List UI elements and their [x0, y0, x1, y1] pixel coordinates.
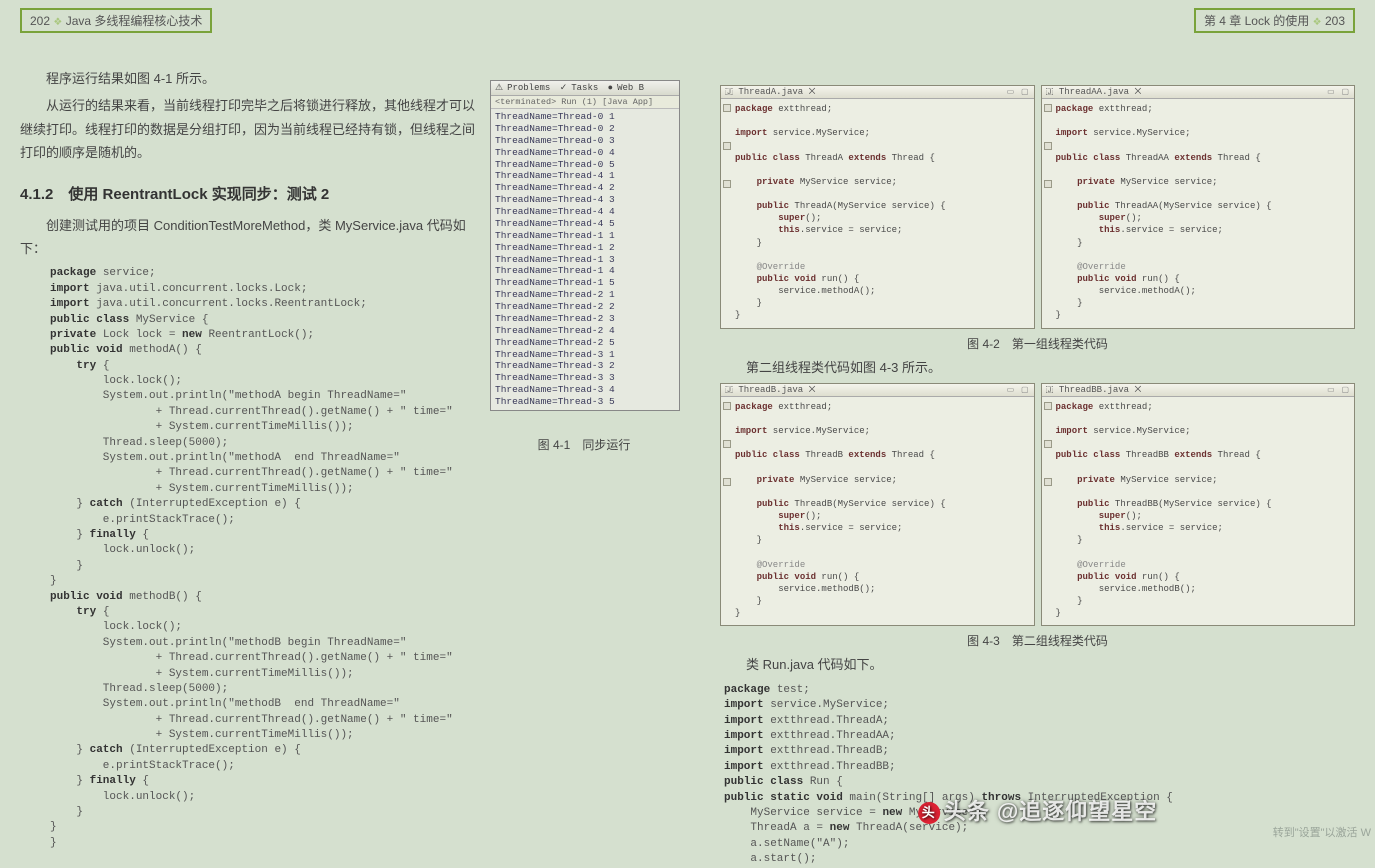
- paragraph: 创建测试用的项目 ConditionTestMoreMethod，类 MySer…: [20, 214, 480, 261]
- java-file-icon: 🇯: [1046, 385, 1054, 395]
- diamond-icon: ❖: [1313, 17, 1322, 28]
- code-threadBB: package extthread; import service.MyServ…: [1042, 397, 1355, 626]
- header-right: 第 4 章 Lock 的使用 ❖ 203: [1194, 8, 1355, 33]
- chapter-title: 第 4 章 Lock 的使用: [1204, 14, 1309, 28]
- book-title: Java 多线程编程核心技术: [66, 14, 203, 28]
- code-threadAA: package extthread; import service.MyServ…: [1042, 99, 1355, 328]
- java-file-icon: 🇯: [725, 87, 733, 97]
- tasks-tab-icon: ✓: [560, 83, 568, 93]
- code-threadB: package extthread; import service.MyServ…: [721, 397, 1034, 626]
- figure-4-3-caption: 图 4-3 第二组线程类代码: [720, 632, 1355, 649]
- header-left: 202 ❖ Java 多线程编程核心技术: [20, 8, 212, 33]
- figure-4-1-caption: 图 4-1 同步运行: [490, 436, 678, 453]
- web-tab-icon: ●: [608, 83, 613, 93]
- page-left: 202 ❖ Java 多线程编程核心技术 程序运行结果如图 4-1 所示。 从运…: [0, 0, 700, 844]
- java-file-icon: 🇯: [1046, 87, 1054, 97]
- ide-window-threadBB: 🇯 ThreadBB.java ✕▭ ▢ package extthread; …: [1041, 383, 1356, 627]
- watermark: 头头条 @追逐仰望星空: [918, 794, 1158, 826]
- figure-4-2-caption: 图 4-2 第一组线程类代码: [720, 335, 1355, 352]
- console-output: ThreadName=Thread-0 1 ThreadName=Thread-…: [491, 109, 679, 410]
- window-controls-icon: ▭ ▢: [1007, 385, 1030, 395]
- ide-window-threadB: 🇯 ThreadB.java ✕▭ ▢ package extthread; i…: [720, 383, 1035, 627]
- window-controls-icon: ▭ ▢: [1327, 87, 1350, 97]
- code-threadA: package extthread; import service.MyServ…: [721, 99, 1034, 328]
- console-tabs: ⚠Problems ✓Tasks ●Web B: [491, 81, 679, 96]
- ide-window-threadA: 🇯 ThreadA.java ✕▭ ▢ package extthread; i…: [720, 85, 1035, 329]
- window-controls-icon: ▭ ▢: [1007, 87, 1030, 97]
- paragraph: 类 Run.java 代码如下。: [720, 653, 1355, 676]
- paragraph: 第二组线程类代码如图 4-3 所示。: [720, 356, 1355, 379]
- page-number-left: 202: [30, 14, 50, 28]
- java-file-icon: 🇯: [725, 385, 733, 395]
- page-number-right: 203: [1325, 14, 1345, 28]
- diamond-icon: ❖: [53, 17, 62, 28]
- problems-tab-icon: ⚠: [495, 83, 503, 93]
- figure-4-2: 🇯 ThreadA.java ✕▭ ▢ package extthread; i…: [720, 85, 1355, 329]
- ide-window-threadAA: 🇯 ThreadAA.java ✕▭ ▢ package extthread; …: [1041, 85, 1356, 329]
- figure-4-3: 🇯 ThreadB.java ✕▭ ▢ package extthread; i…: [720, 383, 1355, 627]
- watermark-logo-icon: 头: [918, 802, 940, 824]
- window-controls-icon: ▭ ▢: [1327, 385, 1350, 395]
- code-block-run: package test; import service.MyService; …: [724, 683, 1355, 868]
- page-right: 第 4 章 Lock 的使用 ❖ 203 🇯 ThreadA.java ✕▭ ▢…: [700, 0, 1375, 844]
- paragraph: 从运行的结果来看，当前线程打印完毕之后将锁进行释放，其他线程才可以继续打印。线程…: [20, 94, 480, 164]
- figure-4-1-console: ⚠Problems ✓Tasks ●Web B <terminated> Run…: [490, 80, 680, 411]
- windows-activate-hint: 转到"设置"以激活 W: [1273, 824, 1371, 840]
- console-subheader: <terminated> Run (1) [Java App]: [491, 96, 679, 109]
